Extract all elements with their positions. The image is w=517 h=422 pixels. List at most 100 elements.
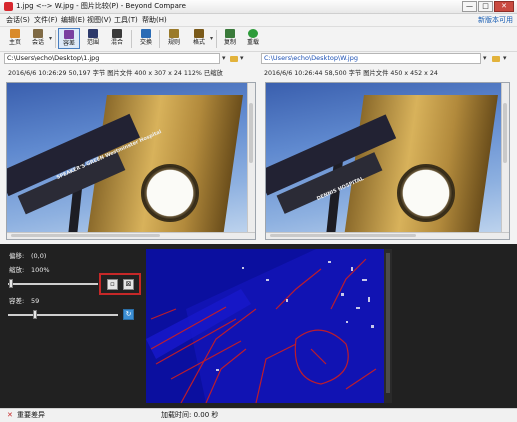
copy-label: 复制 (223, 39, 236, 46)
rules-label: 规则 (167, 39, 180, 46)
menu-help[interactable]: 帮助(H) (142, 15, 167, 25)
tolerance-slider-thumb[interactable] (33, 310, 37, 319)
right-path-dropdown-icon[interactable]: ▾ (483, 53, 487, 64)
home-icon (10, 29, 20, 38)
tolerance-label: 容差 (62, 40, 75, 47)
new-version-link[interactable]: 新版本可用 (478, 15, 513, 25)
difference-scrollbar[interactable] (384, 249, 392, 403)
left-file-info: 2016/6/6 10:26:29 50,197 字节 图片文件 400 x 3… (8, 70, 223, 77)
refresh-icon: ↻ (125, 310, 132, 318)
menu-bar: 会话(S) 文件(F) 编辑(E) 视图(V) 工具(T) 帮助(H) 新版本可… (0, 14, 517, 27)
right-image: DENNIS HOSPITAL (266, 83, 509, 239)
scroll-thumb[interactable] (11, 234, 160, 237)
reload-icon (248, 29, 258, 38)
copy-button[interactable]: 复制 (219, 28, 241, 49)
blend-icon (112, 29, 122, 38)
zoom-slider-thumb[interactable] (9, 279, 13, 288)
clock-face (397, 164, 456, 223)
offset-value: (0,0) (31, 252, 47, 260)
rules-button[interactable]: 规则 (163, 28, 185, 49)
maximize-button[interactable]: □ (478, 1, 493, 12)
zoom-slider[interactable] (8, 283, 98, 285)
left-browse-folder-icon[interactable] (230, 55, 238, 66)
tolerance-value: 59 (31, 297, 40, 305)
scroll-thumb[interactable] (270, 234, 416, 237)
left-image: SPEAKER'S GREEN Westminster Hospital (7, 83, 255, 239)
zoom-label: 缩放: (9, 266, 25, 274)
left-image-pane[interactable]: SPEAKER'S GREEN Westminster Hospital (6, 82, 256, 240)
swap-button[interactable]: 交换 (135, 28, 157, 49)
load-time-text: 加载时间: 0.00 秒 (161, 411, 219, 419)
toolbar-separator (216, 30, 217, 48)
zoom-value: 100% (31, 266, 50, 274)
range-icon (88, 29, 98, 38)
window-title: 1.jpg <--> W.jpg - 图片比较(P) - Beyond Comp… (16, 2, 186, 10)
session-icon (33, 29, 43, 38)
right-horizontal-scrollbar[interactable] (266, 232, 509, 239)
left-path-field[interactable]: C:\Users\echo\Desktop\1.jpg (4, 53, 220, 64)
app-icon (4, 2, 13, 11)
right-vertical-scrollbar[interactable] (501, 83, 509, 239)
menu-session[interactable]: 会话(S) (6, 15, 30, 25)
difference-view[interactable] (146, 249, 384, 403)
session-button[interactable]: 会话 (27, 28, 49, 49)
range-button[interactable]: 范围 (82, 28, 104, 49)
tolerance-label-text: 容差: (9, 297, 25, 305)
toolbar-separator (55, 30, 56, 48)
menu-view[interactable]: 视图(V) (87, 15, 111, 25)
session-label: 会话 (31, 39, 44, 46)
menu-file[interactable]: 文件(F) (34, 15, 58, 25)
tolerance-slider[interactable] (8, 314, 118, 316)
format-icon (194, 29, 204, 38)
right-path-field[interactable]: C:\Users\echo\Desktop\W.jpg (261, 53, 481, 64)
left-path-dropdown-icon[interactable]: ▾ (222, 53, 226, 64)
close-button[interactable]: ✕ (494, 1, 514, 12)
right-image-pane[interactable]: DENNIS HOSPITAL (265, 82, 510, 240)
difference-status-icon: ✕ (7, 411, 13, 419)
toolbar: 主页 会话 ▾ 容差 范围 混合 交换 规则 格式 ▾ 复制 重载 (0, 27, 517, 52)
menu-tools[interactable]: 工具(T) (114, 15, 138, 25)
right-browse-dropdown-icon[interactable]: ▾ (503, 53, 507, 64)
format-button[interactable]: 格式 (188, 28, 210, 49)
title-bar: 1.jpg <--> W.jpg - 图片比较(P) - Beyond Comp… (0, 0, 517, 14)
tolerance-button[interactable]: 容差 (58, 28, 80, 49)
format-dropdown-icon[interactable]: ▾ (210, 35, 213, 42)
format-label: 格式 (192, 39, 205, 46)
offset-label: 偏移: (9, 252, 25, 260)
left-horizontal-scrollbar[interactable] (7, 232, 255, 239)
copy-icon (225, 29, 235, 38)
left-vertical-scrollbar[interactable] (247, 83, 255, 239)
folder-icon (492, 56, 500, 62)
rules-icon (169, 29, 179, 38)
toolbar-separator (131, 30, 132, 48)
left-path-text: C:\Users\echo\Desktop\1.jpg (7, 54, 100, 62)
minimize-button[interactable]: — (462, 1, 477, 12)
swap-label: 交换 (139, 39, 152, 46)
scroll-thumb[interactable] (386, 253, 390, 393)
right-browse-folder-icon[interactable] (492, 55, 500, 66)
range-label: 范围 (86, 39, 99, 46)
blend-label: 混合 (110, 39, 123, 46)
session-dropdown-icon[interactable]: ▾ (49, 35, 52, 42)
highlight-box (99, 273, 141, 295)
right-path-text: C:\Users\echo\Desktop\W.jpg (264, 54, 358, 62)
clock-face (140, 164, 199, 223)
left-browse-dropdown-icon[interactable]: ▾ (240, 53, 244, 64)
scroll-thumb[interactable] (249, 103, 253, 163)
tolerance-icon (64, 30, 74, 39)
folder-icon (230, 56, 238, 62)
difference-map (146, 249, 384, 403)
status-bar: ✕ 重要差异 加载时间: 0.00 秒 (0, 408, 517, 422)
toolbar-separator (159, 30, 160, 48)
home-button[interactable]: 主页 (4, 28, 26, 49)
right-file-info: 2016/6/6 10:26:44 58,500 字节 图片文件 450 x 4… (264, 70, 438, 77)
app-window: 1.jpg <--> W.jpg - 图片比较(P) - Beyond Comp… (0, 0, 517, 422)
reload-button[interactable]: 重载 (242, 28, 264, 49)
refresh-button[interactable]: ↻ (123, 309, 134, 320)
blend-button[interactable]: 混合 (106, 28, 128, 49)
swap-icon (141, 29, 151, 38)
menu-edit[interactable]: 编辑(E) (61, 15, 85, 25)
scroll-thumb[interactable] (503, 103, 507, 163)
reload-label: 重载 (246, 39, 259, 46)
status-left-text: 重要差异 (17, 411, 45, 419)
